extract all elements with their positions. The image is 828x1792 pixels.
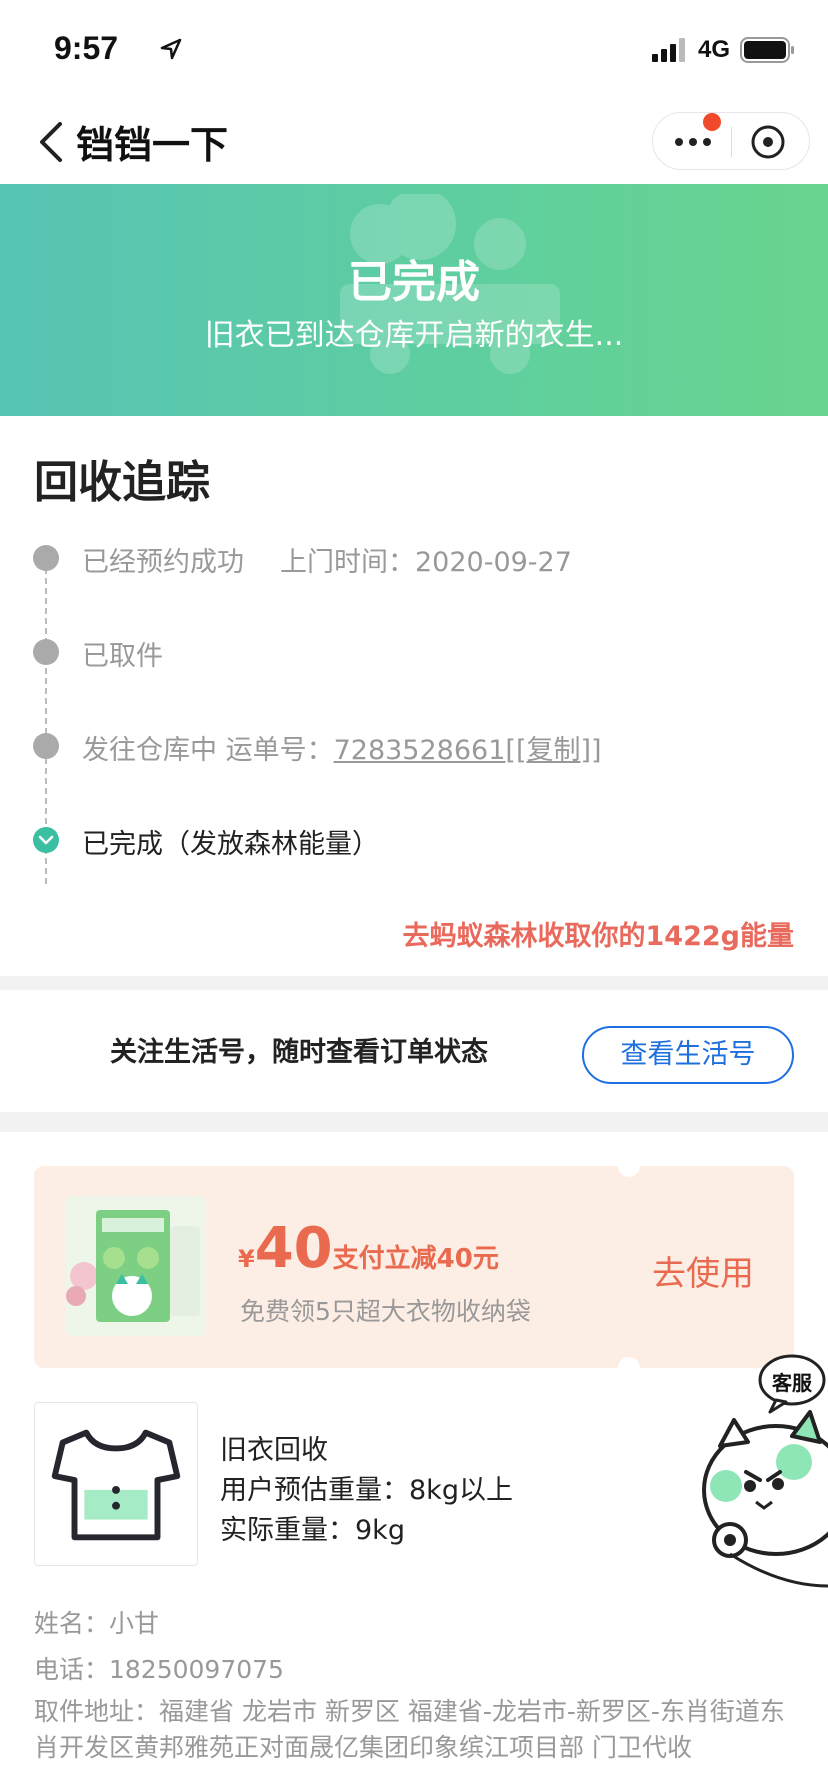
coupon-notch (618, 1357, 640, 1379)
signal-icon (652, 38, 685, 62)
copy-link[interactable]: [[复制]] (505, 735, 601, 766)
coupon-price: ¥40支付立减40元 (238, 1216, 499, 1281)
copy-label[interactable]: [复制] (516, 735, 591, 766)
recipient-name: 姓名：小甘 (34, 1609, 160, 1638)
close-icon[interactable] (749, 123, 787, 161)
status-title: 已完成 (348, 257, 480, 308)
coupon-card[interactable]: ¥40支付立减40元 免费领5只超大衣物收纳袋 去使用 (34, 1155, 794, 1379)
back-icon[interactable] (36, 120, 66, 164)
estimated-weight: 用户预估重量：8kg以上 (220, 1475, 513, 1506)
timeline-step-shipping: 发往仓库中 运单号：7283528661[[复制]] (82, 728, 602, 767)
timeline-step-completed: 已完成（发放森林能量） (82, 822, 379, 861)
follow-bar: 关注生活号，随时查看订单状态 查看生活号 (0, 990, 828, 1112)
coupon-amount: 40 (254, 1216, 333, 1281)
notification-dot (703, 113, 721, 131)
view-life-account-button[interactable]: 查看生活号 (582, 1026, 794, 1084)
follow-text: 关注生活号，随时查看订单状态 (110, 1037, 488, 1068)
storage-bag-icon (66, 1196, 206, 1336)
use-coupon-button[interactable]: 去使用 (652, 1246, 754, 1295)
timeline-step-booked: 已经预约成功 上门时间：2020-09-27 (82, 540, 572, 579)
mini-program-capsule (652, 112, 810, 170)
coupon-description: 免费领5只超大衣物收纳袋 (240, 1297, 531, 1326)
step-label: 发往仓库中 运单号： (82, 735, 334, 766)
battery-icon (740, 37, 794, 63)
step-dot (33, 639, 59, 665)
pickup-time: 上门时间：2020-09-27 (280, 547, 572, 578)
page-title: 铛铛一下 (76, 123, 229, 167)
customer-service-widget[interactable]: 客服 (690, 1350, 828, 1594)
step-label: 已经预约成功 (82, 547, 244, 578)
status-banner: 已完成 旧衣已到达仓库开启新的衣生... (0, 184, 828, 416)
status-bar: 9:57 4G (0, 0, 828, 100)
step-label: 已完成（发放森林能量） (82, 829, 379, 860)
tracking-title: 回收追踪 (34, 457, 210, 508)
nav-bar: 铛铛一下 (0, 100, 828, 184)
tracking-section: 回收追踪 已经预约成功 上门时间：2020-09-27 已取件 发往仓库中 运单号… (0, 416, 828, 976)
tshirt-icon (51, 1429, 181, 1541)
capsule-divider (731, 127, 732, 157)
product-name: 旧衣回收 (220, 1435, 328, 1466)
step-done-dot (33, 827, 59, 853)
coupon-amount-desc: 支付立减40元 (332, 1244, 499, 1274)
step-dot (33, 733, 59, 759)
customer-service-label: 客服 (771, 1371, 813, 1395)
pickup-address: 取件地址：福建省 龙岩市 新罗区 福建省-龙岩市-新罗区-东肖街道东肖开发区黄邦… (34, 1697, 785, 1762)
cat-mascot-icon: 客服 (702, 1354, 828, 1588)
timeline-step-picked: 已取件 (82, 634, 163, 673)
waybill-number-link[interactable]: 7283528661 (334, 735, 506, 766)
coupon-notch (618, 1155, 640, 1177)
actual-weight: 实际重量：9kg (220, 1515, 405, 1546)
recipient-phone: 电话：18250097075 (34, 1655, 284, 1684)
status-time: 9:57 (54, 30, 119, 66)
more-icon[interactable] (673, 129, 717, 155)
storage-bag-image (66, 1196, 206, 1336)
tshirt-image (34, 1402, 198, 1566)
forest-energy-link[interactable]: 去蚂蚁森林收取你的1422g能量 (403, 914, 794, 953)
section-divider (0, 976, 828, 990)
location-arrow-icon (160, 38, 182, 60)
step-dot (33, 545, 59, 571)
network-label: 4G (698, 36, 731, 63)
check-icon (38, 835, 54, 845)
step-label: 已取件 (82, 641, 163, 672)
status-subtitle: 旧衣已到达仓库开启新的衣生... (204, 318, 624, 353)
section-divider (0, 1112, 828, 1132)
currency-symbol: ¥ (238, 1245, 255, 1273)
